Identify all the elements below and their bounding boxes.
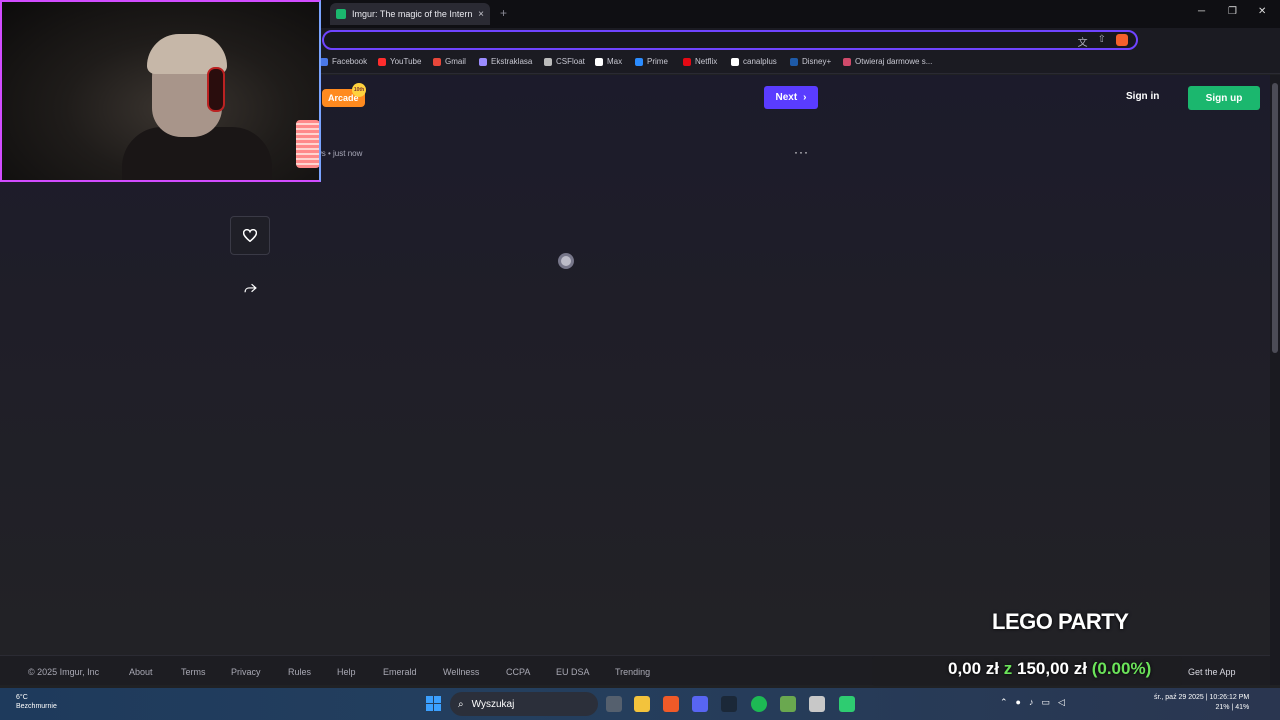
footer-link-privacy[interactable]: Privacy	[231, 667, 261, 677]
search-placeholder: Wyszukaj	[471, 698, 515, 710]
windows-taskbar: 6°C Bezchmurnie ⌕ Wyszukaj ⌃ ● ♪ ▭ ◁ śr.…	[0, 688, 1280, 720]
tab-close-icon[interactable]: ×	[478, 9, 484, 20]
loading-spinner-icon	[558, 253, 574, 269]
discord-icon[interactable]	[692, 696, 708, 712]
window-close-icon[interactable]: ✕	[1258, 6, 1266, 17]
bookmark-item[interactable]: Facebook	[320, 57, 367, 66]
minimize-icon[interactable]: ─	[1198, 6, 1205, 17]
webcam-overlay	[0, 0, 321, 182]
netflix-icon	[683, 57, 691, 66]
gmail-icon	[433, 57, 441, 66]
csfloat-icon	[544, 57, 552, 66]
bookmark-item[interactable]: Prime	[635, 57, 668, 66]
max-icon	[595, 57, 603, 66]
start-button-icon[interactable]	[426, 696, 441, 711]
donation-current: 0,00 zł	[948, 659, 1000, 678]
game-title-overlay: LEGO PARTY	[992, 609, 1129, 634]
chevron-up-icon[interactable]: ⌃	[1000, 697, 1008, 708]
system-tray: ⌃ ● ♪ ▭ ◁	[1000, 697, 1065, 708]
weather-widget[interactable]: 6°C Bezchmurnie	[16, 693, 57, 711]
bookmark-folder-icon	[843, 57, 851, 66]
bookmark-item[interactable]: YouTube	[378, 57, 421, 66]
facebook-icon	[320, 57, 328, 66]
weather-temp: 6°C	[16, 694, 28, 701]
get-the-app-link[interactable]: Get the App	[1188, 667, 1236, 677]
ekstraklasa-icon	[479, 57, 487, 66]
volume-icon[interactable]: ◁	[1058, 697, 1065, 708]
microphone-icon[interactable]: ♪	[1029, 697, 1034, 708]
share-icon	[243, 283, 257, 292]
imgur-favicon-icon	[336, 9, 346, 19]
search-icon: ⌕	[458, 698, 464, 710]
donation-percent: (0.00%)	[1091, 659, 1152, 678]
prime-icon	[635, 57, 643, 66]
app-icon[interactable]	[780, 696, 796, 712]
sign-in-link[interactable]: Sign in	[1126, 91, 1159, 102]
clock-date: śr., paź 29 2025 | 10:26:12 PM	[1154, 694, 1250, 701]
chevron-right-icon: ›	[803, 92, 807, 103]
ring-light	[296, 120, 319, 168]
brave-shields-icon[interactable]	[1116, 34, 1128, 46]
bookmark-item[interactable]: Netflix	[683, 57, 717, 66]
more-options-icon[interactable]: ···	[794, 145, 809, 159]
footer-link-wellness[interactable]: Wellness	[443, 667, 479, 677]
youtube-icon	[378, 57, 386, 66]
bookmark-item[interactable]: Disney+	[790, 57, 831, 66]
footer-link-trending[interactable]: Trending	[615, 667, 650, 677]
footer-link-help[interactable]: Help	[337, 667, 356, 677]
tab-title: Imgur: The magic of the Internet	[352, 9, 473, 19]
like-button[interactable]	[230, 216, 270, 255]
steam-icon[interactable]	[721, 696, 737, 712]
footer-link-ccpa[interactable]: CCPA	[506, 667, 530, 677]
tray-app-icon[interactable]: ●	[1016, 697, 1021, 708]
address-bar-icons: 文 ⇧	[1078, 34, 1128, 49]
maximize-icon[interactable]: ❐	[1228, 6, 1237, 17]
footer-link-rules[interactable]: Rules	[288, 667, 311, 677]
translate-icon[interactable]: 文	[1078, 34, 1088, 49]
taskbar-clock[interactable]: śr., paź 29 2025 | 10:26:12 PM 21% | 41%	[1154, 693, 1250, 713]
task-view-icon[interactable]	[606, 696, 622, 712]
new-tab-button[interactable]: +	[500, 6, 507, 20]
headset-icon	[207, 67, 225, 112]
page-scrollbar[interactable]	[1270, 75, 1280, 685]
network-icon[interactable]: ▭	[1041, 697, 1050, 708]
donation-goal-text: 0,00 zł z 150,00 zł (0.00%)	[948, 659, 1151, 679]
sign-up-button[interactable]: Sign up	[1188, 86, 1260, 110]
taskbar-search[interactable]: ⌕ Wyszukaj	[450, 692, 598, 716]
footer-link-emerald[interactable]: Emerald	[383, 667, 417, 677]
share-button[interactable]	[240, 279, 260, 297]
next-label: Next	[775, 92, 798, 103]
weather-desc: Bezchmurnie	[16, 703, 57, 710]
bookmark-item[interactable]: CSFloat	[544, 57, 585, 66]
address-bar[interactable]: 文 ⇧	[322, 30, 1138, 50]
disney-icon	[790, 57, 798, 66]
bookmark-item[interactable]: Gmail	[433, 57, 466, 66]
brave-browser-icon[interactable]	[663, 696, 679, 712]
footer-link-about[interactable]: About	[129, 667, 153, 677]
donation-separator: z	[1003, 659, 1013, 678]
app-icon[interactable]	[839, 696, 855, 712]
next-post-button[interactable]: Next ›	[764, 86, 818, 109]
file-explorer-icon[interactable]	[634, 696, 650, 712]
bookmark-item[interactable]: Otwieraj darmowe s...	[843, 57, 932, 66]
spotify-icon[interactable]	[751, 696, 767, 712]
bookmark-item[interactable]: Ekstraklasa	[479, 57, 532, 66]
browser-tab-imgur[interactable]: Imgur: The magic of the Internet ×	[330, 3, 490, 25]
share-page-icon[interactable]: ⇧	[1098, 34, 1106, 49]
post-meta: ws • just now	[316, 149, 363, 158]
donation-goal: 150,00 zł	[1017, 659, 1087, 678]
arcade-badge: 10th	[352, 83, 366, 97]
footer-link-terms[interactable]: Terms	[181, 667, 206, 677]
footer-link-eu-dsa[interactable]: EU DSA	[556, 667, 590, 677]
app-icon[interactable]	[809, 696, 825, 712]
bookmark-item[interactable]: canalplus	[731, 57, 777, 66]
footer-copyright: © 2025 Imgur, Inc	[28, 667, 100, 677]
bookmark-item[interactable]: Max	[595, 57, 622, 66]
canalplus-icon	[731, 57, 739, 66]
clock-battery: 21% | 41%	[1215, 704, 1250, 711]
scrollbar-thumb[interactable]	[1272, 83, 1278, 353]
heart-icon	[243, 229, 257, 242]
